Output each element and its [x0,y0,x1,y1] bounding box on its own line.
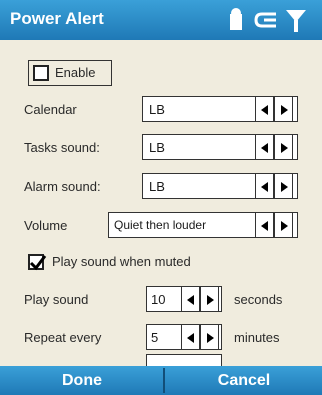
calendar-label: Calendar [24,102,77,117]
arrow-left-icon [187,295,194,305]
volume-next-button[interactable] [274,212,293,238]
alarm-sound-value: LB [149,179,165,194]
calendar-value: LB [149,102,165,117]
partially-visible-stepper[interactable] [146,354,222,366]
softkey-bar: Done Cancel [0,366,322,395]
form-panel: Enable Calendar LB Tasks sound: LB Alarm… [0,40,322,366]
repeat-every-unit: minutes [234,330,280,345]
repeat-every-decrement-button[interactable] [181,324,200,350]
arrow-left-icon [261,143,268,153]
battery-icon[interactable] [222,6,250,34]
done-button[interactable]: Done [0,366,164,395]
alarm-sound-picker[interactable]: LB [142,173,298,199]
enable-checkbox-box[interactable] [33,65,49,81]
alarm-sound-prev-button[interactable] [255,173,274,199]
checkmark-icon [29,255,47,271]
repeat-every-value: 5 [151,330,159,345]
arrow-right-icon [281,105,288,115]
app-title: Power Alert [10,9,104,28]
play-when-muted-label: Play sound when muted [52,254,191,269]
calendar-next-button[interactable] [274,96,293,122]
alarm-sound-next-button[interactable] [274,173,293,199]
play-when-muted-checkbox[interactable] [28,254,47,271]
arrow-right-icon [207,333,214,343]
play-sound-unit: seconds [234,292,283,307]
tasks-sound-value: LB [149,140,165,155]
volume-prev-button[interactable] [255,212,274,238]
arrow-left-icon [261,221,268,231]
arrow-left-icon [187,333,194,343]
volume-picker[interactable]: Quiet then louder [108,212,298,238]
calendar-prev-button[interactable] [255,96,274,122]
arrow-left-icon [261,105,268,115]
speaker-icon[interactable] [252,6,280,34]
antenna-signal-icon[interactable] [282,6,310,34]
softkey-divider [163,368,165,393]
status-icons [222,6,312,34]
tasks-sound-label: Tasks sound: [24,140,100,155]
arrow-right-icon [207,295,214,305]
repeat-every-label: Repeat every [24,330,102,345]
play-sound-decrement-button[interactable] [181,286,200,312]
arrow-left-icon [261,182,268,192]
repeat-every-increment-button[interactable] [200,324,219,350]
play-sound-value: 10 [151,292,166,307]
enable-checkbox[interactable]: Enable [28,60,112,86]
calendar-picker[interactable]: LB [142,96,298,122]
arrow-right-icon [281,221,288,231]
arrow-right-icon [281,143,288,153]
title-bar: Power Alert [0,0,322,40]
tasks-sound-prev-button[interactable] [255,134,274,160]
volume-value: Quiet then louder [114,218,207,232]
play-sound-increment-button[interactable] [200,286,219,312]
alarm-sound-label: Alarm sound: [24,179,101,194]
play-sound-label: Play sound [24,292,89,307]
repeat-every-stepper[interactable]: 5 [146,324,222,350]
arrow-right-icon [281,182,288,192]
cancel-button[interactable]: Cancel [166,366,322,395]
tasks-sound-picker[interactable]: LB [142,134,298,160]
play-sound-stepper[interactable]: 10 [146,286,222,312]
enable-label: Enable [55,65,96,80]
volume-label: Volume [24,218,68,233]
tasks-sound-next-button[interactable] [274,134,293,160]
